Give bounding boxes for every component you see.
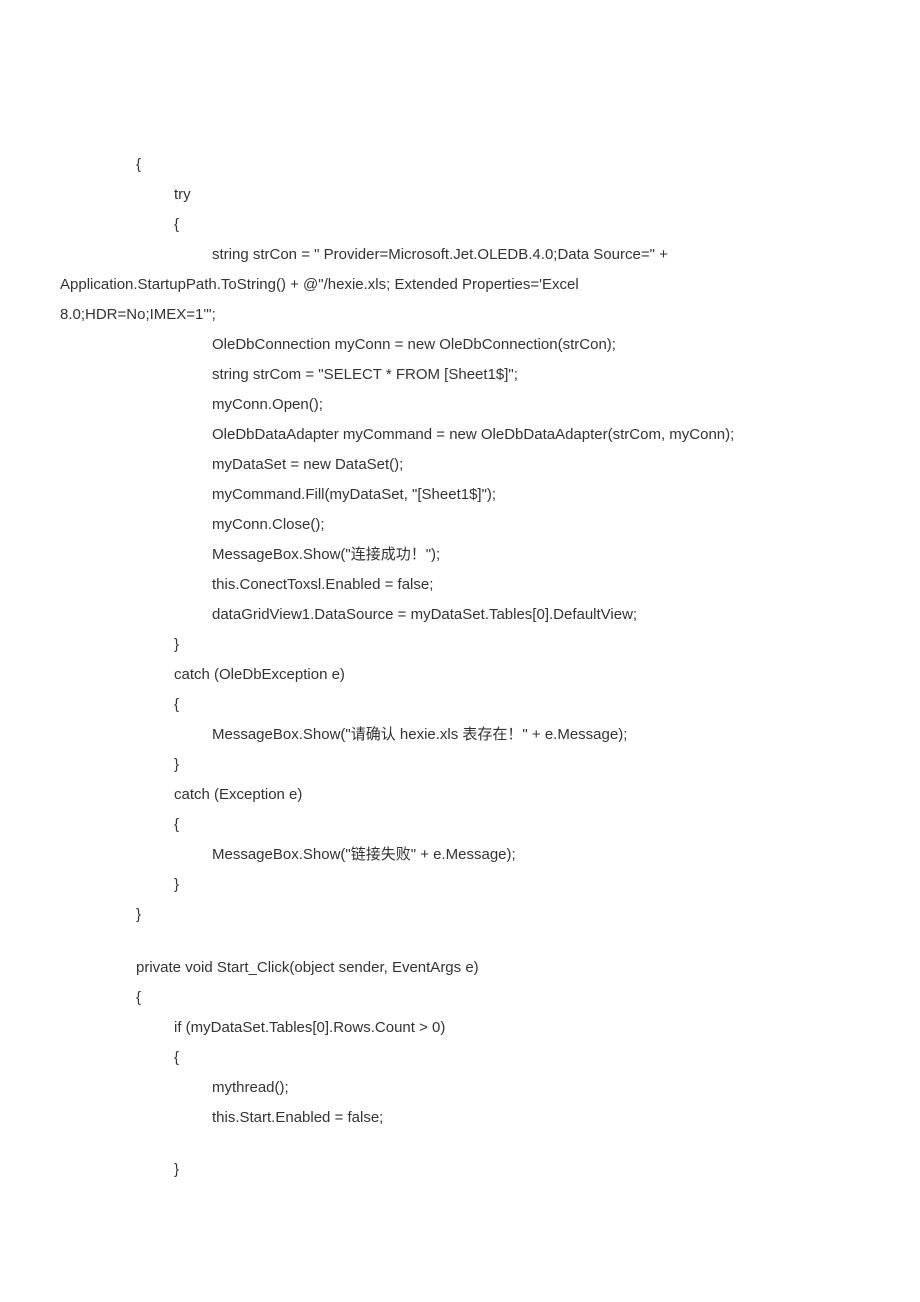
- code-line: this.Start.Enabled = false;: [60, 1103, 860, 1133]
- code-line: myCommand.Fill(myDataSet, "[Sheet1$]");: [60, 480, 860, 510]
- code-line: MessageBox.Show("链接失败" + e.Message);: [60, 840, 860, 870]
- code-line: {: [60, 150, 860, 180]
- code-line: string strCom = "SELECT * FROM [Sheet1$]…: [60, 360, 860, 390]
- code-line: OleDbConnection myConn = new OleDbConnec…: [60, 330, 860, 360]
- code-line: private void Start_Click(object sender, …: [60, 953, 860, 983]
- code-line: }: [60, 630, 860, 660]
- blank-line: [60, 1133, 860, 1156]
- code-line: {: [60, 1043, 860, 1073]
- code-line: if (myDataSet.Tables[0].Rows.Count > 0): [60, 1013, 860, 1043]
- code-line: }: [60, 900, 860, 930]
- code-line: this.ConectToxsl.Enabled = false;: [60, 570, 860, 600]
- code-line: myConn.Close();: [60, 510, 860, 540]
- code-line: }: [60, 750, 860, 780]
- code-line: 8.0;HDR=No;IMEX=1'";: [60, 300, 860, 330]
- code-line: {: [60, 810, 860, 840]
- code-line: }: [60, 1155, 860, 1185]
- code-line: try: [60, 180, 860, 210]
- code-line: catch (Exception e): [60, 780, 860, 810]
- code-line: {: [60, 210, 860, 240]
- code-line: MessageBox.Show("连接成功！");: [60, 540, 860, 570]
- code-line: dataGridView1.DataSource = myDataSet.Tab…: [60, 600, 860, 630]
- code-block: {try{string strCon = " Provider=Microsof…: [60, 120, 860, 1185]
- code-line: myConn.Open();: [60, 390, 860, 420]
- code-line: string strCon = " Provider=Microsoft.Jet…: [60, 240, 860, 270]
- code-line: catch (OleDbException e): [60, 660, 860, 690]
- blank-line: [60, 930, 860, 953]
- code-line: MessageBox.Show("请确认 hexie.xls 表存在！" + e…: [60, 720, 860, 750]
- code-line: {: [60, 690, 860, 720]
- code-line: }: [60, 870, 860, 900]
- code-line: mythread();: [60, 1073, 860, 1103]
- code-line: {: [60, 983, 860, 1013]
- code-line: Application.StartupPath.ToString() + @"/…: [60, 270, 860, 300]
- code-line: myDataSet = new DataSet();: [60, 450, 860, 480]
- code-line: OleDbDataAdapter myCommand = new OleDbDa…: [60, 420, 860, 450]
